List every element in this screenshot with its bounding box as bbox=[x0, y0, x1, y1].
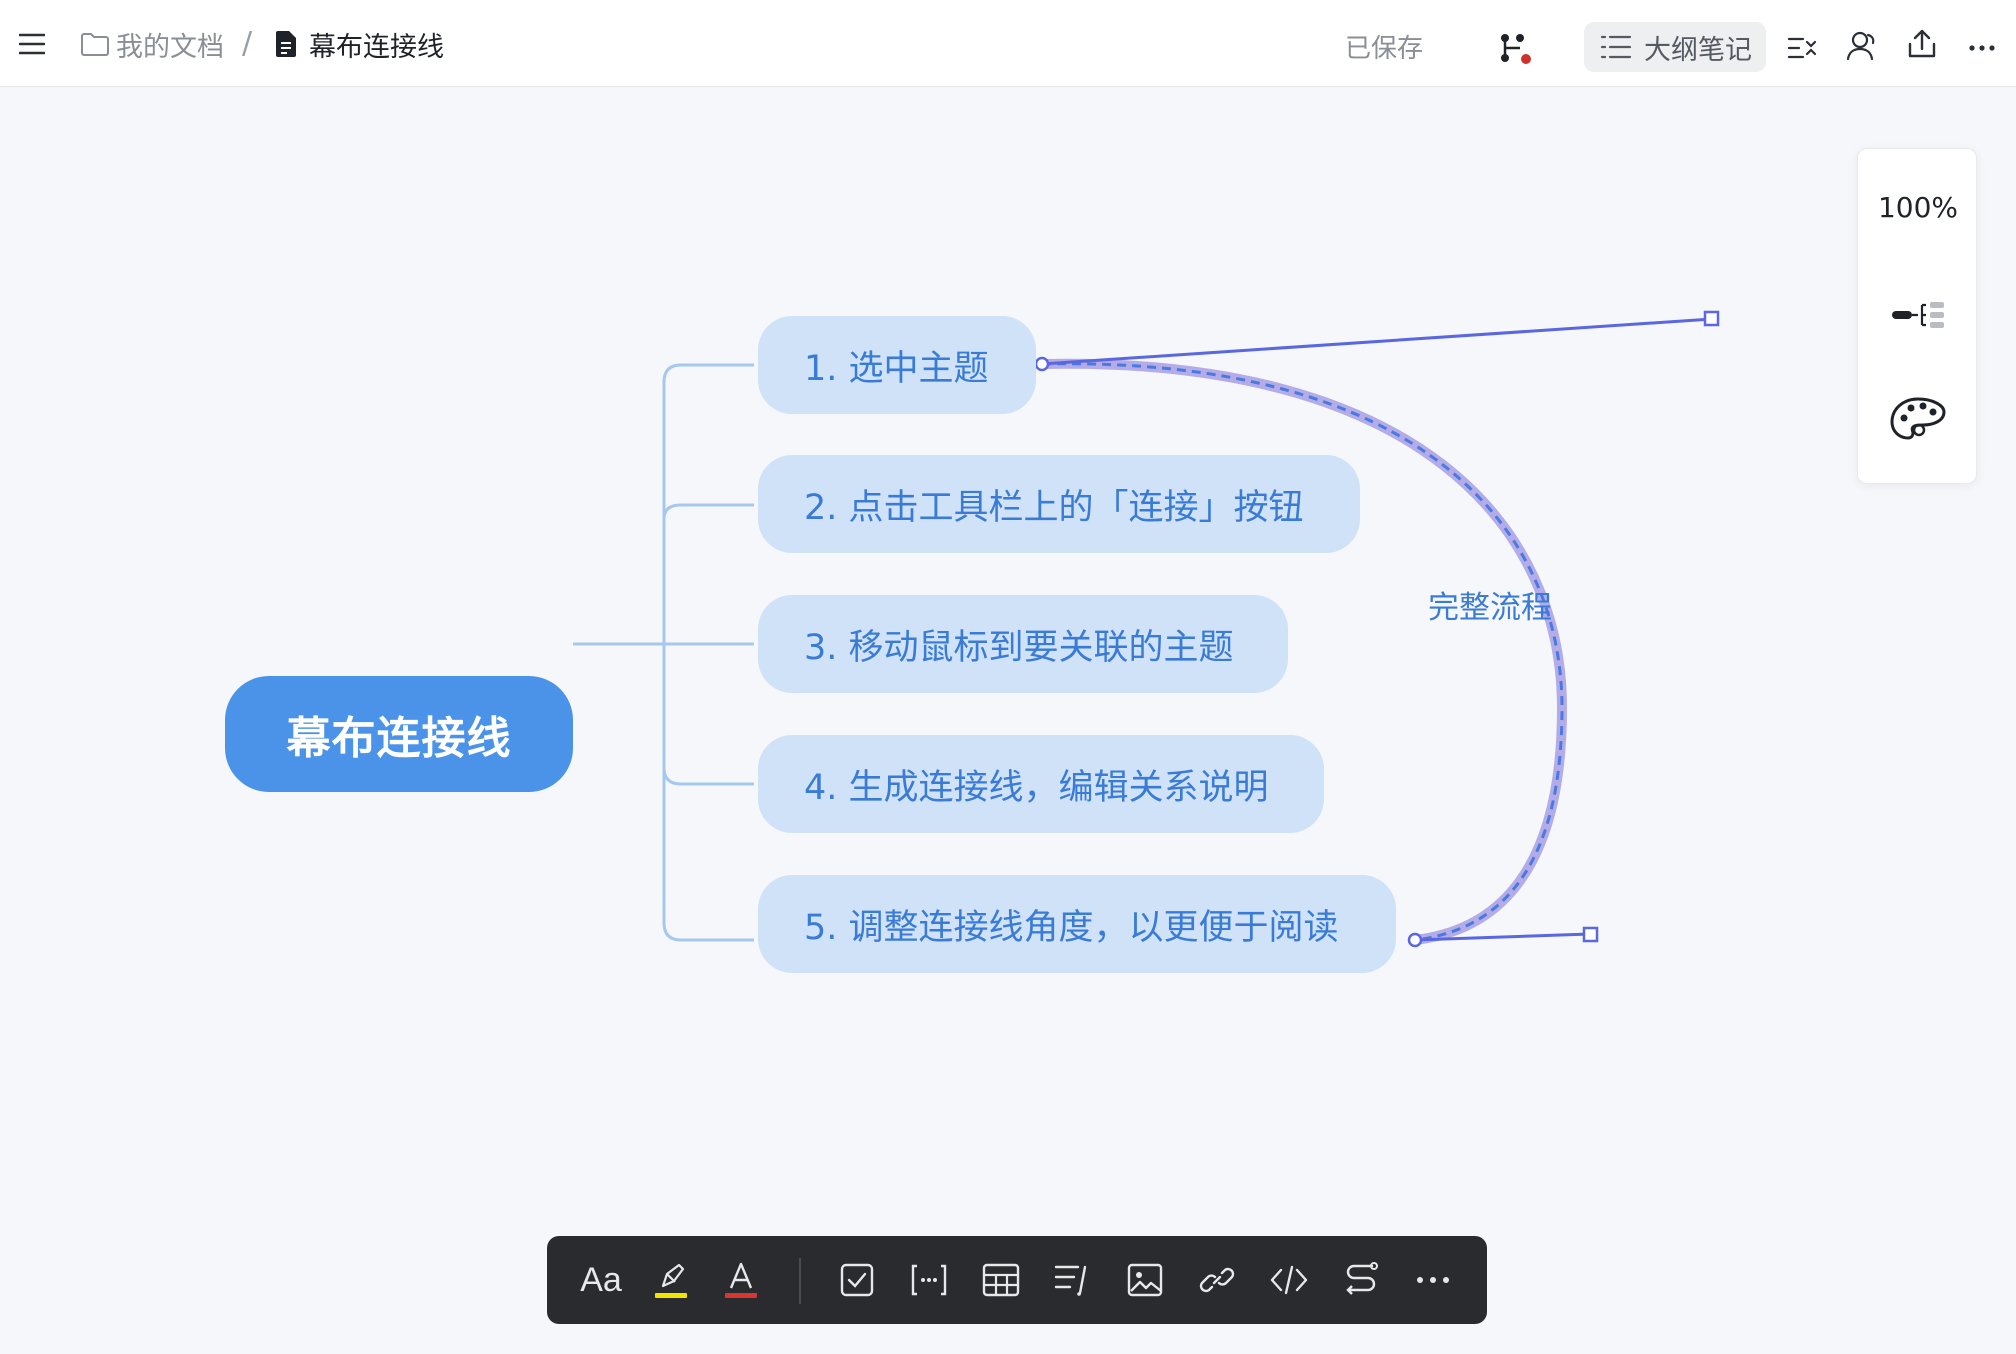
clear-format-icon bbox=[1054, 1265, 1087, 1296]
table-icon bbox=[982, 1263, 1020, 1297]
document-icon bbox=[276, 31, 296, 57]
connector-start-handle bbox=[1034, 356, 1050, 372]
checkbox-icon bbox=[840, 1263, 874, 1297]
topic-4[interactable]: 4. 生成连接线，编辑关系说明 bbox=[758, 735, 1324, 833]
folder-icon bbox=[81, 33, 109, 56]
topic-2[interactable]: 2. 点击工具栏上的「连接」按钮 bbox=[758, 455, 1360, 553]
branch-lines bbox=[573, 363, 754, 942]
checkbox-button[interactable] bbox=[831, 1254, 883, 1306]
breadcrumb-separator: / bbox=[242, 26, 253, 61]
formula-button[interactable] bbox=[903, 1254, 955, 1306]
toolbar-divider bbox=[799, 1258, 801, 1304]
font-color-button[interactable] bbox=[715, 1254, 767, 1306]
top-bar: 我的文档 / 幕布连接线 已保存 大纲笔记 bbox=[0, 0, 2016, 87]
link-icon bbox=[1199, 1267, 1235, 1293]
mindmap-view-icon[interactable] bbox=[1496, 28, 1536, 68]
document-title: 幕布连接线 bbox=[309, 31, 444, 63]
text-style-label: Aa bbox=[580, 1260, 622, 1299]
more-tools-button[interactable] bbox=[1407, 1254, 1459, 1306]
breadcrumb-root[interactable]: 我的文档 bbox=[80, 24, 224, 64]
menu-icon[interactable] bbox=[14, 26, 50, 62]
table-button[interactable] bbox=[975, 1254, 1027, 1306]
theme-palette-icon[interactable] bbox=[1888, 391, 1948, 451]
text-style-button[interactable]: Aa bbox=[575, 1254, 627, 1306]
code-button[interactable] bbox=[1263, 1254, 1315, 1306]
outline-notes-label: 大纲笔记 bbox=[1644, 34, 1752, 66]
format-toolbar: Aa bbox=[547, 1236, 1487, 1324]
font-color-icon bbox=[725, 1262, 757, 1298]
highlighter-icon bbox=[655, 1263, 687, 1298]
clear-format-button[interactable] bbox=[1047, 1254, 1099, 1306]
connect-button[interactable] bbox=[1335, 1254, 1387, 1306]
more-icon[interactable] bbox=[1962, 28, 2002, 68]
relation-label[interactable]: 完整流程 bbox=[1428, 582, 1552, 627]
connection-line-icon bbox=[1346, 1262, 1378, 1295]
breadcrumb-current-doc[interactable]: 幕布连接线 bbox=[275, 24, 444, 64]
connector-control-handle-2 bbox=[1582, 926, 1599, 943]
link-button[interactable] bbox=[1191, 1254, 1243, 1306]
layout-structure-icon[interactable] bbox=[1888, 285, 1948, 345]
save-status: 已保存 bbox=[1345, 34, 1424, 64]
connector-end-handle bbox=[1407, 932, 1423, 948]
image-icon bbox=[1127, 1263, 1163, 1297]
share-icon[interactable] bbox=[1902, 24, 1942, 64]
highlight-button[interactable] bbox=[645, 1254, 697, 1306]
collapse-icon[interactable] bbox=[1782, 28, 1822, 68]
zoom-level[interactable]: 100% bbox=[1858, 191, 1978, 224]
breadcrumb-root-label: 我的文档 bbox=[116, 31, 224, 63]
more-icon bbox=[1417, 1277, 1449, 1283]
topic-5[interactable]: 5. 调整连接线角度，以更便于阅读 bbox=[758, 875, 1396, 973]
topic-3[interactable]: 3. 移动鼠标到要关联的主题 bbox=[758, 595, 1288, 693]
list-icon bbox=[1600, 35, 1632, 59]
mindmap-canvas[interactable]: 幕布连接线 1. 选中主题 2. 点击工具栏上的「连接」按钮 3. 移动鼠标到要… bbox=[0, 88, 2016, 1354]
collaborator-icon[interactable] bbox=[1842, 26, 1882, 66]
bracket-icon bbox=[911, 1264, 947, 1296]
outline-notes-button[interactable]: 大纲笔记 bbox=[1584, 22, 1766, 72]
connector-control-handle-1 bbox=[1703, 310, 1720, 327]
image-button[interactable] bbox=[1119, 1254, 1171, 1306]
topic-1[interactable]: 1. 选中主题 bbox=[758, 316, 1036, 414]
view-panel: 100% bbox=[1857, 148, 1977, 484]
code-icon bbox=[1270, 1265, 1308, 1295]
root-topic[interactable]: 幕布连接线 bbox=[225, 676, 573, 792]
